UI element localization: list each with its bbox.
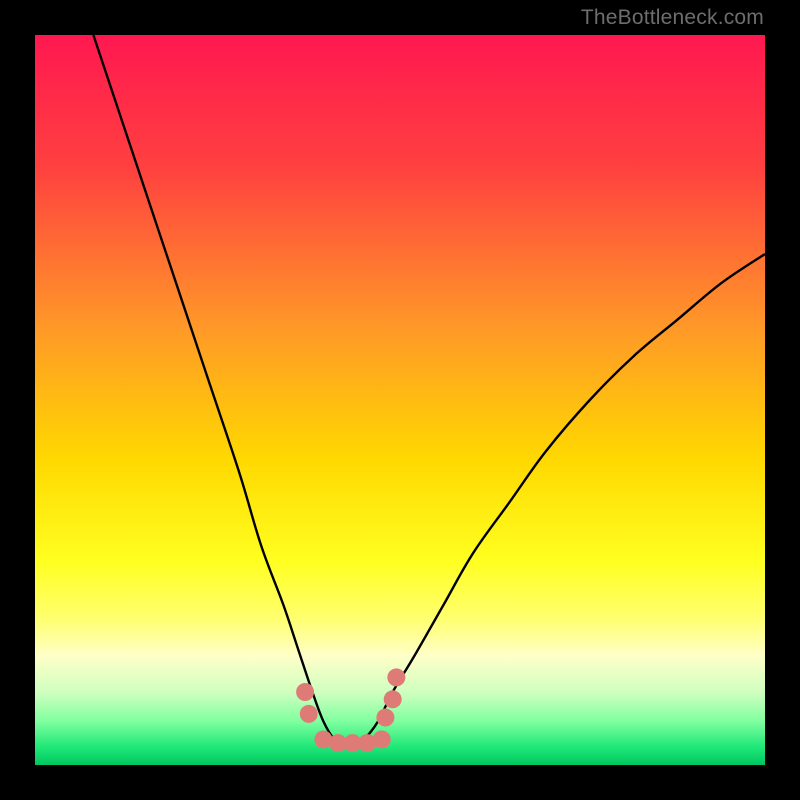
plot-area: [35, 35, 765, 765]
watermark-text: TheBottleneck.com: [581, 6, 764, 30]
marker-point: [376, 709, 394, 727]
curve-layer: [35, 35, 765, 765]
marker-point: [296, 683, 314, 701]
marker-point: [384, 690, 402, 708]
marker-point: [300, 705, 318, 723]
chart-frame: TheBottleneck.com: [0, 0, 800, 800]
bottleneck-curve: [93, 35, 765, 744]
salmon-markers: [296, 668, 405, 752]
marker-point: [387, 668, 405, 686]
marker-point: [373, 730, 391, 748]
